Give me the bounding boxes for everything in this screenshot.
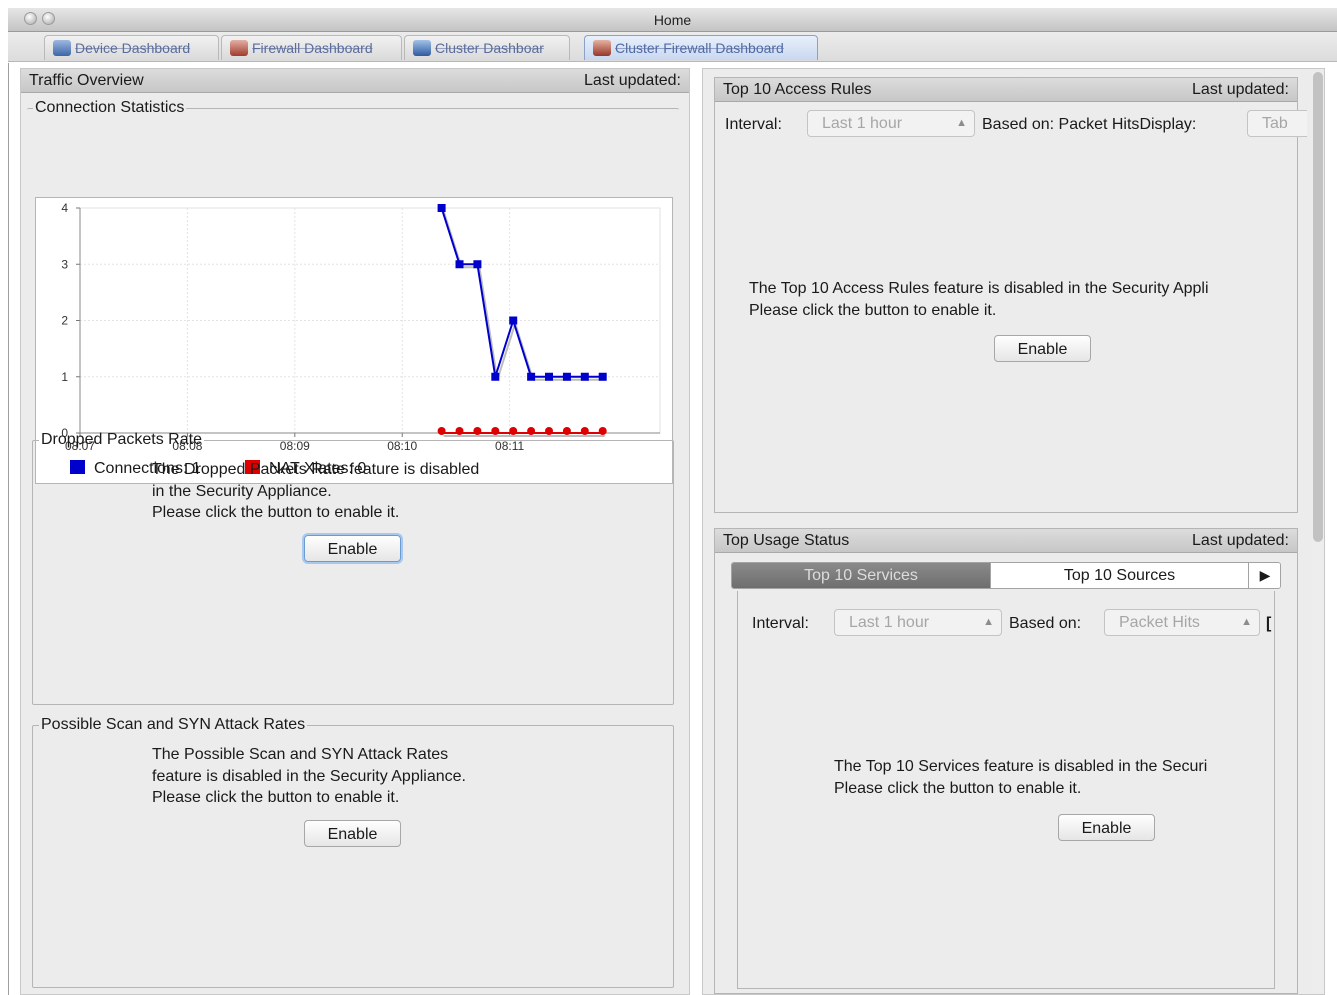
- tab-top-10-sources[interactable]: Top 10 Sources: [990, 563, 1248, 588]
- last-updated-label: Last updated:: [1192, 532, 1289, 549]
- panel-title: Top 10 Access Rules: [723, 81, 872, 98]
- window-left-edge: [8, 63, 9, 995]
- top-usage-panel: Top Usage Status Last updated: Top 10 Se…: [714, 528, 1298, 994]
- clipped-display-label: [: [1266, 615, 1272, 632]
- connection-statistics-legend: Connection Statistics: [35, 99, 185, 116]
- data-point: [491, 372, 500, 381]
- dropped-packets-message: The Dropped Packets Rate feature is disa…: [152, 461, 480, 521]
- window-titlebar: Home: [8, 8, 1337, 32]
- usage-tab-content: Interval: Last 1 hour ▲ Based on: Packet…: [737, 591, 1275, 989]
- traffic-overview-panel: Traffic Overview Last updated: Connectio…: [20, 68, 690, 995]
- data-point: [545, 372, 554, 381]
- usage-interval-select[interactable]: Last 1 hour ▲: [834, 609, 1002, 636]
- y-tick-label: 4: [61, 201, 68, 215]
- last-updated-label: Last updated:: [1192, 81, 1289, 98]
- data-point: [455, 260, 464, 269]
- firewall-dashboard-icon: [230, 40, 248, 56]
- data-point: [598, 372, 607, 381]
- data-point: [473, 260, 482, 269]
- scan-syn-legend: Possible Scan and SYN Attack Rates: [41, 716, 306, 733]
- based-on-label: Based on: Packet HitsDisplay:: [982, 116, 1197, 133]
- device-dashboard-icon: [53, 40, 71, 56]
- usage-tabs: Top 10 Services Top 10 Sources ▶: [731, 562, 1281, 589]
- tab-cluster-dashboard[interactable]: Cluster Dashboar: [404, 35, 570, 60]
- scroll-thumb[interactable]: [1313, 72, 1323, 542]
- stepper-arrows-icon: ▲: [1241, 616, 1252, 628]
- panel-title: Traffic Overview: [29, 72, 144, 89]
- y-tick-label: 2: [61, 314, 68, 328]
- cluster-dashboard-icon: [413, 40, 431, 56]
- based-on-label: Based on:: [1009, 615, 1082, 632]
- access-rules-message: The Top 10 Access Rules feature is disab…: [749, 280, 1209, 319]
- cluster-firewall-dashboard-icon: [593, 40, 611, 56]
- access-interval-select[interactable]: Last 1 hour ▲: [807, 110, 975, 137]
- data-point: [509, 316, 518, 325]
- right-column: Top 10 Access Rules Last updated: Interv…: [702, 68, 1325, 995]
- last-updated-label: Last updated:: [584, 72, 681, 89]
- y-tick-label: 3: [61, 257, 68, 271]
- dropped-packets-legend: Dropped Packets Rate: [41, 431, 202, 448]
- y-tick-label: 1: [61, 370, 68, 384]
- interval-label: Interval:: [725, 116, 782, 133]
- window-title: Home: [653, 12, 692, 28]
- stepper-arrows-icon: ▲: [956, 117, 967, 129]
- tab-device-dashboard[interactable]: Device Dashboard: [44, 35, 219, 60]
- traffic-overview-header: Traffic Overview Last updated:: [21, 69, 689, 93]
- dashboard-tabstrip: Device Dashboard Firewall Dashboard Clus…: [8, 32, 1337, 62]
- display-select[interactable]: Tab: [1247, 110, 1307, 137]
- enable-access-rules-button[interactable]: Enable: [994, 335, 1091, 362]
- data-point: [437, 204, 446, 212]
- enable-dropped-packets-button[interactable]: Enable: [304, 535, 401, 562]
- data-point: [562, 372, 571, 381]
- enable-scan-syn-button[interactable]: Enable: [304, 820, 401, 847]
- tab-firewall-dashboard[interactable]: Firewall Dashboard: [221, 35, 402, 60]
- data-point: [580, 372, 589, 381]
- panel-title: Top Usage Status: [723, 532, 850, 549]
- top-services-message: The Top 10 Services feature is disabled …: [834, 758, 1208, 797]
- interval-label: Interval:: [752, 615, 809, 632]
- usage-based-on-select[interactable]: Packet Hits ▲: [1104, 609, 1260, 636]
- top-usage-header: Top Usage Status Last updated:: [715, 529, 1297, 553]
- data-point: [527, 372, 536, 381]
- tab-top-10-services[interactable]: Top 10 Services: [732, 563, 990, 588]
- scan-syn-message: The Possible Scan and SYN Attack Rates f…: [152, 746, 466, 806]
- tab-cluster-firewall-dashboard[interactable]: Cluster Firewall Dashboard: [584, 35, 818, 60]
- access-rules-panel: Top 10 Access Rules Last updated: Interv…: [714, 77, 1307, 513]
- access-rules-header: Top 10 Access Rules Last updated:: [715, 78, 1297, 102]
- enable-top-services-button[interactable]: Enable: [1058, 814, 1155, 841]
- more-tabs-arrow-icon[interactable]: ▶: [1248, 563, 1280, 588]
- stepper-arrows-icon: ▲: [983, 616, 994, 628]
